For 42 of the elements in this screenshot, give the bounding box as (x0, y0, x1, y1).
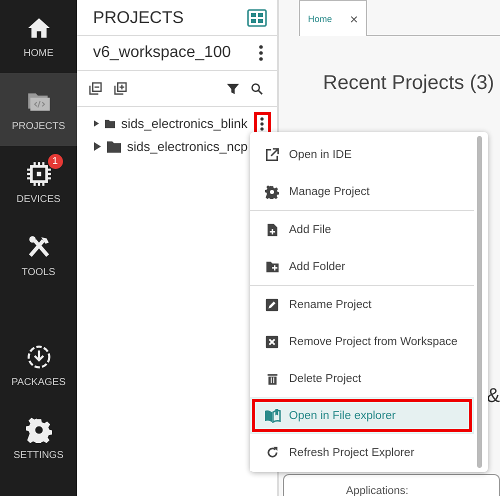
close-button[interactable]: × (350, 10, 358, 26)
tree-item[interactable]: sids_electronics_blink (121, 116, 248, 131)
expand-caret-icon[interactable] (94, 119, 100, 128)
menu-item[interactable]: Open in File explorer (250, 397, 474, 434)
tab[interactable]: Home × (299, 0, 367, 36)
expand-all-icon[interactable] (114, 82, 127, 95)
section-heading: & (486, 385, 500, 408)
folder-icon (107, 140, 121, 152)
folder-add-icon (264, 260, 280, 274)
x-box-icon (265, 334, 279, 348)
scrollbar[interactable] (477, 136, 482, 468)
filter-icon[interactable] (227, 82, 239, 94)
sidebar-item[interactable]: 1 DEVICES (0, 146, 77, 219)
sidebar-item[interactable]: PROJECTS (0, 73, 77, 146)
kebab-icon (260, 116, 264, 130)
sidebar-item[interactable]: TOOLS (0, 219, 77, 292)
card-label: Applications: (346, 485, 408, 496)
refresh-icon (266, 446, 278, 459)
workspace-name: v6_workspace_100 (93, 44, 231, 62)
panel-title: PROJECTS (93, 8, 184, 28)
chip-icon (26, 161, 52, 187)
folder-icon (105, 118, 116, 130)
book-icon (264, 408, 280, 423)
external-link-icon (265, 148, 279, 162)
layout-icon[interactable] (247, 8, 267, 26)
sidebar-item[interactable]: PACKAGES (0, 329, 77, 402)
trash-icon (266, 372, 278, 386)
settings-icon (26, 417, 52, 443)
notification-badge: 1 (48, 154, 62, 169)
tree-item[interactable]: sids_electronics_ncp (127, 139, 248, 154)
sidebar-item[interactable]: HOME (0, 0, 77, 73)
kebab-icon (259, 45, 263, 61)
settings-icon (265, 184, 279, 198)
more-button[interactable] (259, 45, 263, 61)
section-heading: Recent Projects (3) (323, 72, 496, 95)
collapse-all-icon[interactable] (89, 82, 102, 95)
download-icon (26, 344, 52, 370)
search-icon[interactable] (251, 82, 263, 94)
sidebar-item[interactable]: SETTINGS (0, 402, 77, 475)
file-add-icon (265, 222, 279, 236)
pencil-icon (265, 298, 279, 312)
expand-caret-icon[interactable] (94, 142, 101, 151)
